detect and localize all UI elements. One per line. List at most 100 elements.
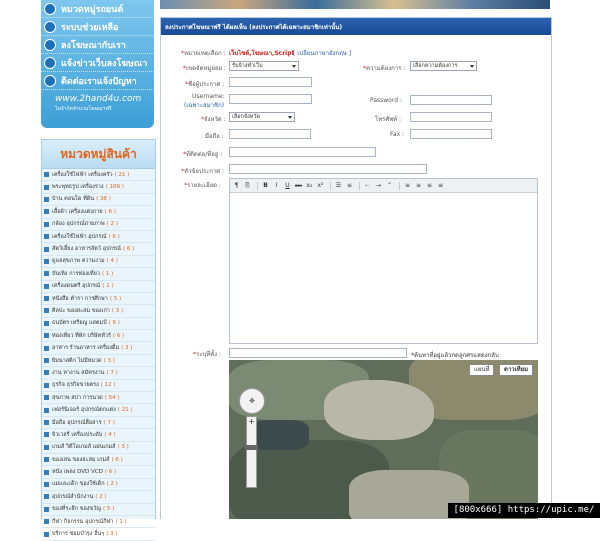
phone-input[interactable] (410, 112, 492, 122)
indent-button[interactable]: → (374, 181, 383, 190)
map-zoom-slider[interactable]: + (245, 416, 258, 488)
type-label: *เขตจัดหมู่ย่อย : (183, 65, 226, 72)
category-name: ธุรกิจ ธุรกิจขายตรง (52, 382, 99, 389)
province-select[interactable]: เลือกจังหวัด (229, 112, 295, 122)
align-justify-button[interactable]: ≡ (436, 181, 445, 190)
category-item[interactable]: หนังสือ ตำรา การศึกษา( 5 ) (42, 293, 155, 306)
category-item[interactable]: หนัง เพลง DVD VCD( 6 ) (42, 466, 155, 479)
category-item[interactable]: งาน หางาน สมัครงาน( 7 ) (42, 367, 155, 380)
category-item[interactable]: อาหาร ร้านอาหาร เครื่องดื่ม( 3 ) (42, 342, 155, 355)
category-item[interactable]: กล้อง อุปกรณ์ถ่ายภาพ( 2 ) (42, 219, 155, 231)
category-item[interactable]: ธนบัตร เหรียญ แสตมป์( 6 ) (42, 318, 155, 331)
category-name: เครื่องใช้ไฟฟ้า เครื่องครัว (52, 171, 113, 178)
category-name: ยิมนาสติก ไม่มีหมวด (52, 357, 102, 364)
category-item[interactable]: ยิมนาสติก ไม่มีหมวด( 3 ) (42, 355, 155, 368)
category-item[interactable]: บ้าน คอนโด ที่ดิน( 38 ) (42, 194, 155, 207)
category-icon (44, 457, 49, 463)
category-count: ( 1 ) (102, 283, 114, 290)
site-logo[interactable]: www.2hand4u.com ไม่จำกัดจำนวนโฆษณาฟรี (55, 94, 154, 113)
category-count: ( 5 ) (103, 506, 115, 513)
note-label: *หมายเหตุเลือก : (181, 50, 226, 57)
menu-item-news[interactable]: แจ้งข่าวเว็บลงโฆษณา (41, 54, 154, 72)
category-item[interactable]: ของที่ระลึก ของขวัญ( 5 ) (42, 504, 155, 516)
watermark: [800x666] https://upic.me/ (448, 503, 600, 518)
strikethrough-button[interactable]: abc (294, 181, 303, 190)
category-item[interactable]: พระพุทธรูป เครื่องราง( 109 ) (42, 181, 155, 194)
bold-button[interactable]: B (261, 181, 270, 190)
category-item[interactable]: ธุรกิจ ธุรกิจขายตรง( 12 ) (42, 380, 155, 393)
mobile-label: มือถือ : (205, 133, 224, 140)
category-count: ( 2 ) (95, 493, 107, 500)
rich-text-editor[interactable]: ¶ ⎘ B I U abc x₂ x² ☰ ≡ ← → “ ≡ ≡ ≡ ≡ (229, 178, 538, 344)
category-item[interactable]: เครื่องใช้ไฟฟ้า เครื่องครัว( 21 ) (42, 169, 155, 182)
italic-button[interactable]: I (272, 181, 281, 190)
category-item[interactable]: จิวเวลรี่ เครื่องประดับ( 4 ) (42, 429, 155, 442)
category-item[interactable]: เสื้อผ้า เครื่องแต่งกาย( 6 ) (42, 206, 155, 219)
category-count: ( 2 ) (106, 221, 118, 228)
category-item[interactable]: บริการ ซ่อมบำรุง อื่นๆ( 3 ) (42, 528, 155, 541)
ad-title-input[interactable] (229, 164, 427, 174)
menu-item-car-categories[interactable]: หมวดหมู่รถยนต์ (41, 0, 154, 18)
address-input[interactable] (229, 147, 376, 157)
category-item[interactable]: ของเล่น ของสะสม เกมส์( 6 ) (42, 454, 155, 467)
align-right-button[interactable]: ≡ (425, 181, 434, 190)
zoom-handle[interactable] (245, 445, 258, 450)
password-input[interactable] (410, 95, 492, 105)
category-item[interactable]: ท่องเที่ยว ที่พัก บริษัททัวร์( 6 ) (42, 330, 155, 343)
align-center-button[interactable]: ≡ (414, 181, 423, 190)
category-name: เสื้อผ้า เครื่องแต่งกาย (52, 208, 103, 215)
poster-name-input[interactable] (229, 77, 312, 87)
blockquote-button[interactable]: “ (385, 181, 394, 190)
category-item[interactable]: เครื่องดนตรี อุปกรณ์( 1 ) (42, 281, 155, 293)
category-icon (44, 196, 49, 202)
ordered-list-button[interactable]: ☰ (334, 181, 343, 190)
menu-item-advertise[interactable]: ลงโฆษณากับเรา (41, 36, 154, 54)
poster-label: *ชื่อผู้ประกาศ : (185, 81, 225, 88)
category-item[interactable]: เกมส์ วิดีโอเกมส์ แผ่นเกมส์( 3 ) (42, 442, 155, 454)
map-type-map-button[interactable]: แผนที่ (469, 364, 495, 376)
category-name: เกมส์ วิดีโอเกมส์ แผ่นเกมส์ (52, 444, 116, 451)
category-item[interactable]: มือถือ อุปกรณ์สื่อสาร( 7 ) (42, 417, 155, 430)
category-count: ( 6 ) (122, 246, 135, 253)
form-header: ลงประกาศโฆษณาฟรี ได้ผลเห็น (ลงประกาศได้เ… (161, 18, 551, 35)
menu-item-help[interactable]: ระบบช่วยเหลือ (41, 18, 154, 36)
location-map[interactable]: ✥ + แผนที่ ดาวเทียม (229, 360, 538, 519)
superscript-button[interactable]: x² (316, 181, 325, 190)
menu-item-contact[interactable]: ติดต่อเราแจ้งปัญหา (41, 72, 154, 90)
category-item[interactable]: ดูแลสุขภาพ ความงาม( 4 ) (42, 256, 155, 269)
category-item[interactable]: เฟอร์นิเจอร์ อุปกรณ์ตกแต่ง( 21 ) (42, 404, 155, 417)
paste-button[interactable]: ⎘ (243, 181, 252, 190)
map-pan-control[interactable]: ✥ (239, 388, 265, 414)
outdent-button[interactable]: ← (363, 181, 372, 190)
category-icon (44, 234, 49, 240)
need-select[interactable]: เลือกความต้องการ (410, 61, 477, 71)
category-item[interactable]: เครื่องใช้ไฟฟ้า อุปกรณ์( 6 ) (42, 231, 155, 244)
category-list: เครื่องใช้ไฟฟ้า เครื่องครัว( 21 ) พระพุทธ… (42, 169, 155, 541)
type-select[interactable]: รับจ้างทำเว็บ (229, 61, 299, 71)
category-item[interactable]: อุปกรณ์สำนักงาน( 2 ) (42, 491, 155, 504)
category-item[interactable]: สุขภาพ สปา การนวด( 54 ) (42, 392, 155, 405)
source-button[interactable]: ¶ (232, 181, 241, 190)
category-item[interactable]: บันเทิง การท่องเที่ยว( 1 ) (42, 268, 155, 281)
subscript-button[interactable]: x₂ (305, 181, 314, 190)
category-icon (44, 481, 49, 487)
category-name: จิวเวลรี่ เครื่องประดับ (52, 431, 103, 438)
unordered-list-button[interactable]: ≡ (345, 181, 354, 190)
map-search-input[interactable] (229, 348, 407, 358)
category-item[interactable]: สัตว์เลี้ยง อาหารสัตว์ อุปกรณ์( 6 ) (42, 243, 155, 256)
align-left-button[interactable]: ≡ (403, 181, 412, 190)
category-item[interactable]: แม่และเด็ก ของใช้เด็ก( 2 ) (42, 479, 155, 492)
toolbar-divider (359, 181, 360, 190)
category-item[interactable]: ศิลปะ ของสะสม ของเก่า( 3 ) (42, 305, 155, 318)
zoom-in-icon[interactable]: + (247, 417, 256, 427)
username-input[interactable] (229, 94, 312, 104)
category-icon (44, 395, 49, 401)
category-icon (44, 469, 49, 475)
category-count: ( 3 ) (117, 444, 129, 451)
category-name: งาน หางาน สมัครงาน (52, 369, 105, 376)
mobile-input[interactable] (229, 129, 311, 139)
change-language-link[interactable]: [ เปลี่ยนภาษาอังกฤษ ] (293, 48, 351, 58)
underline-button[interactable]: U (283, 181, 292, 190)
fax-input[interactable] (410, 129, 492, 139)
map-type-satellite-button[interactable]: ดาวเทียม (499, 364, 534, 376)
